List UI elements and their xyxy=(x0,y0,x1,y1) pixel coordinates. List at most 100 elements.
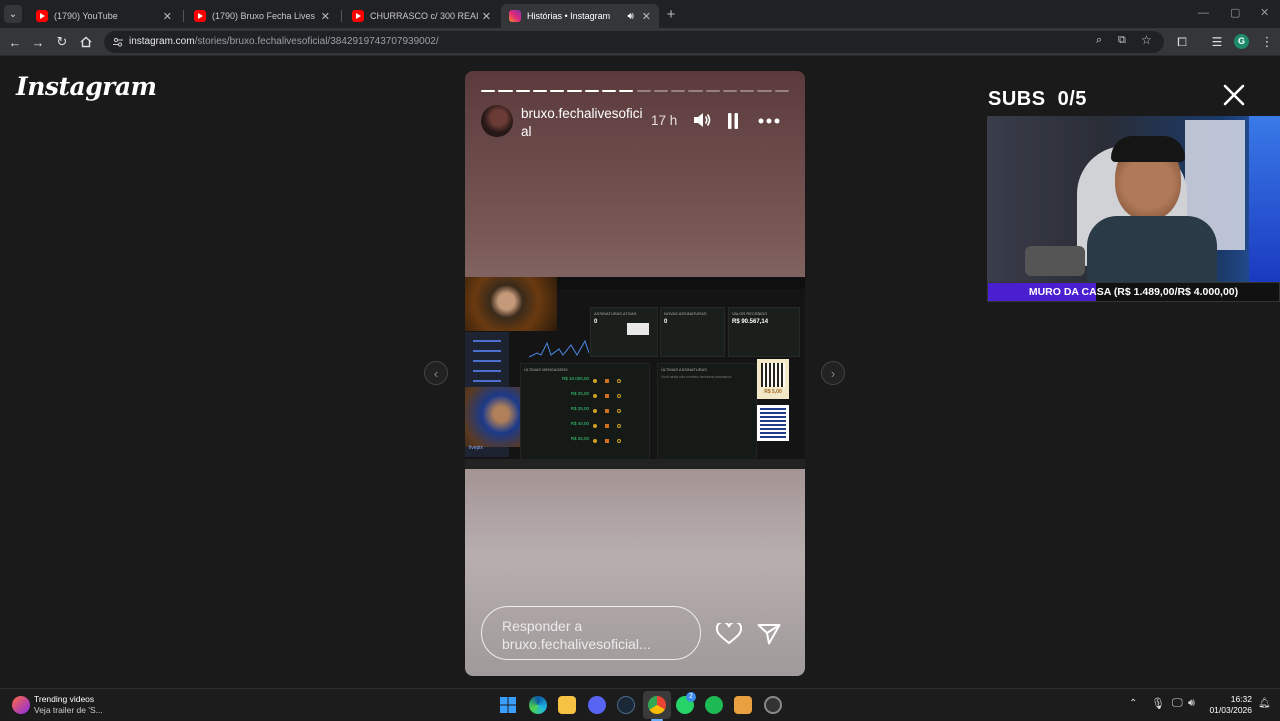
story-progress-segment xyxy=(550,90,565,92)
story-progress-segment xyxy=(757,90,772,92)
profile-avatar[interactable]: G xyxy=(1234,34,1249,49)
next-story-button[interactable]: › xyxy=(821,361,845,385)
tab-title: Histórias • Instagram xyxy=(527,11,611,21)
clock-date[interactable]: 01/03/2026 xyxy=(1206,705,1252,715)
zoom-icon[interactable]: ⌕ xyxy=(1096,34,1102,47)
windows-start-icon[interactable] xyxy=(500,697,516,713)
network-icon[interactable]: 🖵︎ xyxy=(1172,697,1183,710)
news-widget-icon[interactable] xyxy=(12,696,30,714)
reload-button[interactable]: ↻ xyxy=(53,33,71,51)
clock-time[interactable]: 16:32 xyxy=(1210,694,1252,704)
story-viewer[interactable]: bruxo.fechalivesoficial 17 h ASSINATURAS… xyxy=(465,71,805,676)
youtube-icon xyxy=(36,10,48,22)
previous-story-button[interactable]: ‹ xyxy=(424,361,448,385)
story-media-screenshot: ASSINATURAS ATIVAS 0 NOVAS ASSINATURAS 0… xyxy=(465,277,805,469)
address-bar[interactable]: instagram.com/stories/bruxo.fechalivesof… xyxy=(104,31,1164,53)
forward-button[interactable]: → xyxy=(29,33,47,51)
qr-code xyxy=(757,405,789,441)
tab-instagram-stories[interactable]: Histórias • Instagram 🔊︎ ✕ xyxy=(501,4,659,28)
volume-tray-icon[interactable]: 🔊︎ xyxy=(1188,697,1195,710)
story-progress-segment xyxy=(671,90,686,92)
browser-toolbar: ← → ↻ instagram.com/stories/bruxo.fechal… xyxy=(0,28,1280,56)
close-tab-icon[interactable]: ✕ xyxy=(163,10,172,23)
close-tab-icon[interactable]: ✕ xyxy=(482,10,491,23)
site-info-icon[interactable] xyxy=(112,36,124,48)
speaker-icon[interactable]: 🔊︎ xyxy=(627,11,633,22)
tab-bar: ⌄ (1790) YouTube ✕ (1790) Bruxo Fecha Li… xyxy=(0,0,1280,28)
youtube-icon xyxy=(194,10,206,22)
plus-icon: + xyxy=(666,5,676,23)
microphone-icon[interactable]: 🎙︎ xyxy=(1151,697,1165,710)
embedded-taskbar xyxy=(465,459,805,469)
new-tab-button[interactable]: + xyxy=(662,5,680,23)
home-button[interactable] xyxy=(77,33,95,51)
reply-input[interactable]: Responder a bruxo.fechalivesoficial... xyxy=(481,606,701,660)
chevron-right-icon: › xyxy=(830,365,836,381)
app-icon[interactable] xyxy=(734,696,752,714)
edge-icon[interactable] xyxy=(529,696,547,714)
story-progress-segment xyxy=(636,90,651,92)
steam-icon[interactable] xyxy=(617,696,635,714)
goal-text: MURO DA CASA (R$ 1.489,00/R$ 4.000,00) xyxy=(1028,286,1239,298)
news-widget-subtitle[interactable]: Veja trailer de 'S... xyxy=(34,705,103,715)
story-progress-segment xyxy=(498,90,513,92)
story-progress-segment xyxy=(774,90,789,92)
story-username[interactable]: bruxo.fechalivesoficial xyxy=(521,105,645,141)
url-text: instagram.com/stories/bruxo.fechalivesof… xyxy=(129,36,439,47)
minimize-button[interactable]: — xyxy=(1198,7,1209,19)
livepix-label: livepix xyxy=(469,445,483,451)
stat-card: VALOR RECEBIDO R$ 90.567,14 xyxy=(728,307,800,357)
donations-panel: ÚLTIMAS MENSAGENS R$ 10.000,00 R$ 25,00 R$… xyxy=(520,363,650,463)
close-tab-icon[interactable]: ✕ xyxy=(321,10,330,23)
instagram-logo[interactable]: Instagram xyxy=(16,72,157,101)
file-explorer-icon[interactable] xyxy=(558,696,576,714)
news-widget-title[interactable]: Trending videos xyxy=(34,694,94,704)
extensions-button[interactable]: ⧠ xyxy=(1173,33,1191,51)
instagram-icon xyxy=(509,10,521,22)
story-progress-segment xyxy=(601,90,617,92)
pause-icon[interactable] xyxy=(727,113,739,129)
streamer-webcam xyxy=(987,116,1280,282)
windows-taskbar: Trending videos Veja trailer de 'S... 2 … xyxy=(0,688,1280,721)
donation-row: R$ 25,00 xyxy=(521,406,649,418)
chrome-icon[interactable] xyxy=(648,696,666,714)
volume-icon[interactable] xyxy=(693,112,711,128)
reload-icon: ↻ xyxy=(56,34,68,49)
dashboard-header xyxy=(557,277,805,289)
close-window-button[interactable]: ✕ xyxy=(1260,6,1269,19)
avatar[interactable] xyxy=(481,105,513,137)
notifications-icon[interactable]: 🔔︎ xyxy=(1258,698,1271,709)
back-button[interactable]: ← xyxy=(6,33,24,51)
maximize-button[interactable]: ▢ xyxy=(1230,6,1240,19)
close-tab-icon[interactable]: ✕ xyxy=(642,10,651,23)
subs-counter: SUBS 0/5 xyxy=(988,88,1087,111)
tab-youtube-video[interactable]: (1790) Bruxo Fecha Lives Volta ✕ xyxy=(186,4,338,28)
heart-icon[interactable] xyxy=(716,623,742,645)
spotify-icon[interactable] xyxy=(705,696,723,714)
story-progress-segment xyxy=(584,90,599,92)
close-icon[interactable] xyxy=(1223,84,1245,106)
chevron-left-icon: ‹ xyxy=(433,365,439,381)
arrow-right-icon: → xyxy=(31,34,45,50)
install-app-icon[interactable]: ⧉ xyxy=(1118,34,1126,47)
donation-row: R$ 10.000,00 xyxy=(521,376,649,388)
chevron-up-icon[interactable]: ⌃ xyxy=(1129,698,1137,709)
stat-card: NOVAS ASSINATURAS 0 xyxy=(660,307,725,357)
chevron-down-icon: ⌄ xyxy=(8,8,18,20)
tab-youtube-churrasco[interactable]: CHURRASCO c/ 300 REAIS p/ 5 ✕ xyxy=(344,4,499,28)
obs-icon[interactable] xyxy=(764,696,782,714)
story-progress-segment xyxy=(532,90,548,92)
more-options-icon[interactable] xyxy=(758,118,780,124)
media-controls-button[interactable]: ☰ xyxy=(1208,33,1226,51)
menu-button[interactable]: ⋮ xyxy=(1258,33,1276,51)
send-icon[interactable] xyxy=(757,623,781,645)
donation-goal-bar: MURO DA CASA (R$ 1.489,00/R$ 4.000,00) xyxy=(987,282,1280,302)
webcam-thumbnail xyxy=(465,277,557,331)
tab-title: (1790) YouTube xyxy=(54,11,118,21)
story-progress-segment xyxy=(740,90,755,92)
story-progress-segment xyxy=(688,90,703,92)
discord-icon[interactable] xyxy=(588,696,606,714)
tab-youtube-home[interactable]: (1790) YouTube ✕ xyxy=(28,4,180,28)
tab-search-button[interactable]: ⌄ xyxy=(4,5,22,23)
bookmark-star-icon[interactable]: ☆ xyxy=(1141,33,1152,47)
